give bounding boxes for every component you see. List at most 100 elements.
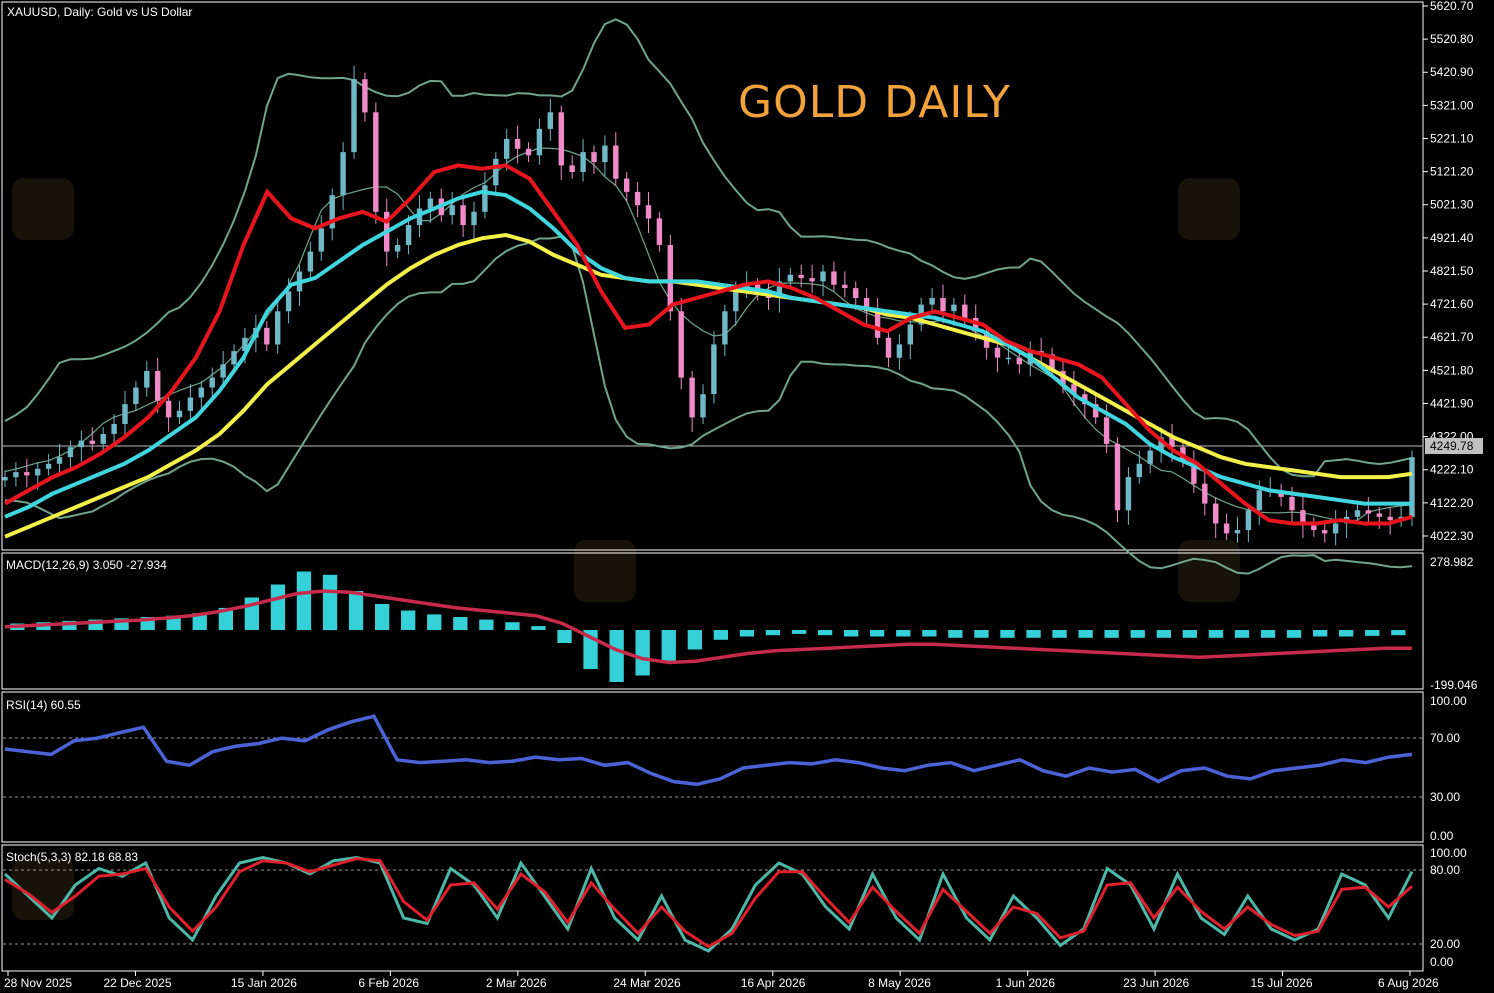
candle-body: [198, 387, 204, 398]
candle-body: [1409, 457, 1415, 517]
candle-body: [842, 284, 848, 288]
price-tick-label: 5420.90: [1430, 65, 1474, 79]
price-tick-label: 4721.60: [1430, 297, 1474, 311]
candle-body: [176, 410, 183, 418]
candle-body: [667, 245, 673, 312]
macd-bar: [1000, 630, 1015, 638]
candle-body: [209, 377, 215, 388]
macd-bar: [531, 626, 546, 630]
candle-body: [733, 291, 739, 312]
candle-body: [874, 311, 881, 338]
candle-body: [1016, 357, 1022, 365]
price-tick-label: 4421.90: [1430, 396, 1474, 410]
candle-body: [1365, 510, 1372, 514]
macd-bar: [1078, 630, 1093, 638]
macd-bar: [687, 630, 702, 650]
candle-body: [547, 112, 553, 129]
stoch-tick-100: 100.00: [1430, 846, 1467, 860]
candle-body: [89, 440, 95, 444]
price-tick-label: 4621.70: [1430, 330, 1474, 344]
macd-bar: [1365, 630, 1380, 636]
candle-body: [1005, 357, 1012, 360]
watermark-logo-icon: [574, 540, 636, 602]
macd-bar: [505, 622, 520, 630]
macd-bar: [765, 630, 781, 636]
price-tick-label: 4521.80: [1430, 363, 1474, 377]
price-tick-label: 4921.40: [1430, 231, 1474, 245]
date-tick-label: 15 Jul 2026: [1251, 976, 1313, 990]
candle-body: [493, 158, 499, 186]
macd-bar: [1339, 630, 1354, 637]
macd-bar: [870, 630, 885, 637]
macd-bar: [661, 630, 676, 663]
date-tick-label: 15 Jan 2026: [231, 976, 297, 990]
date-tick-label: 28 Nov 2025: [4, 976, 72, 990]
macd-bar: [739, 630, 755, 637]
candle-body: [133, 387, 139, 405]
candle-body: [220, 364, 226, 378]
candle-body: [525, 148, 532, 156]
candle-body: [656, 218, 663, 245]
macd-bar: [1286, 630, 1302, 638]
candle-body: [1387, 516, 1393, 521]
price-tick-label: 5221.10: [1430, 131, 1474, 145]
rsi-tick-0: 0.00: [1430, 829, 1454, 843]
date-tick-label: 2 Mar 2026: [486, 976, 547, 990]
macd-bar: [557, 630, 572, 643]
candle-body: [56, 457, 63, 464]
macd-bar: [270, 584, 286, 630]
candle-body: [569, 165, 575, 172]
watermark-logo-icon: [1178, 178, 1240, 240]
candle-body: [78, 440, 84, 448]
candle-body: [67, 447, 74, 458]
candle-body: [231, 351, 237, 365]
macd-bottom-value: -199.046: [1430, 678, 1478, 692]
price-tick-label: 5121.20: [1430, 165, 1474, 179]
macd-bar: [609, 630, 624, 682]
candle-body: [929, 298, 935, 305]
rsi-tick-100: 100.00: [1430, 694, 1467, 708]
candle-body: [624, 178, 630, 192]
candle-body: [1125, 477, 1132, 511]
candle-body: [798, 274, 804, 279]
macd-bar: [1208, 630, 1224, 638]
candle-body: [591, 152, 597, 162]
date-tick-label: 23 Jun 2026: [1123, 976, 1189, 990]
macd-bar: [1104, 630, 1119, 638]
candle-body: [35, 468, 41, 476]
candle-body: [2, 477, 8, 481]
candle-body: [45, 463, 52, 469]
macd-bar: [1156, 630, 1171, 638]
macd-bar: [1234, 630, 1250, 638]
candle-body: [689, 377, 695, 418]
candle-body: [722, 311, 728, 345]
macd-bar: [791, 630, 807, 634]
candle-body: [155, 371, 161, 401]
candle-body: [1202, 483, 1208, 504]
candle-body: [896, 344, 903, 358]
candle-body: [165, 400, 172, 418]
macd-bar: [479, 619, 494, 630]
date-tick-label: 24 Mar 2026: [613, 976, 681, 990]
candle-body: [471, 211, 477, 226]
candle-body: [580, 152, 586, 172]
stoch-tick-20: 20.00: [1430, 937, 1460, 951]
macd-bar: [1313, 630, 1328, 637]
macd-bar: [1026, 630, 1041, 638]
price-tick-label: 5321.00: [1430, 98, 1474, 112]
candle-body: [427, 198, 434, 209]
candle-body: [1213, 503, 1219, 524]
candle-body: [307, 251, 314, 272]
macd-bar: [1182, 630, 1197, 638]
candle-body: [1332, 523, 1339, 534]
date-tick-label: 22 Dec 2025: [103, 976, 171, 990]
candle-body: [340, 152, 346, 196]
macd-bar: [948, 630, 963, 638]
price-tick-label: 5021.30: [1430, 198, 1474, 212]
macd-bar: [817, 630, 833, 636]
candle-body: [711, 344, 717, 395]
date-tick-label: 16 Apr 2026: [741, 976, 806, 990]
macd-bar: [427, 614, 442, 630]
candle-body: [482, 185, 488, 212]
candle-body: [700, 394, 706, 418]
